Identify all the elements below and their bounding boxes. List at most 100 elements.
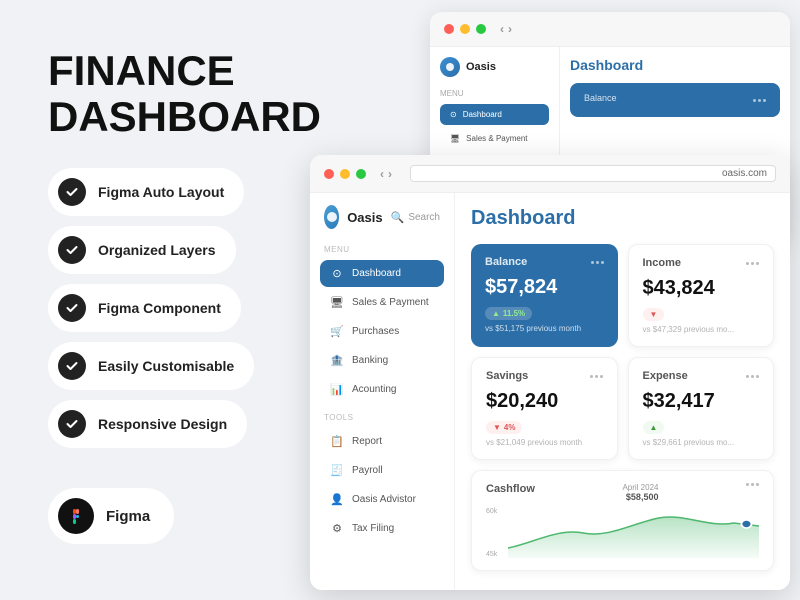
back-arrow-icon[interactable]: ‹ xyxy=(500,22,504,36)
balance-amount: $57,824 xyxy=(485,276,604,299)
traffic-light-yellow xyxy=(460,24,470,34)
expense-dot-2 xyxy=(751,375,754,378)
savings-dot-1 xyxy=(590,375,593,378)
expense-amount: $32,417 xyxy=(643,390,760,413)
sidebar-item-report[interactable]: 📋 Report xyxy=(320,428,444,455)
expense-sub: vs $29,661 previous mo... xyxy=(643,438,760,447)
check-icon-0 xyxy=(58,178,86,206)
income-card-menu[interactable] xyxy=(746,262,759,265)
feature-label-4: Responsive Design xyxy=(98,416,227,432)
expense-card-menu[interactable] xyxy=(746,375,759,378)
sales-icon: 🖥 xyxy=(330,296,344,309)
expense-card-header: Expense xyxy=(643,370,760,382)
sidebar-item-advisor[interactable]: 👤 Oasis Advistor xyxy=(320,486,444,513)
sidebar-item-tax[interactable]: ⚙ Tax Filing xyxy=(320,515,444,542)
feature-item-2: Figma Component xyxy=(48,284,241,332)
front-main: Dashboard Balance $57,824 xyxy=(455,193,790,590)
savings-sub: vs $21,049 previous month xyxy=(486,438,603,447)
back-nav-sales-icon: 🖥 xyxy=(450,134,460,143)
sidebar-item-dashboard[interactable]: ⊙ Dashboard xyxy=(320,260,444,287)
sidebar-menu-label: Menu xyxy=(320,245,444,254)
cashflow-card: Cashflow April 2024 $58,500 xyxy=(471,470,774,571)
cashflow-date: April 2024 xyxy=(622,483,658,492)
back-menu-label: Menu xyxy=(440,89,549,98)
forward-arrow-icon[interactable]: › xyxy=(508,22,512,36)
income-label: Income xyxy=(643,257,682,269)
feature-label-1: Organized Layers xyxy=(98,242,216,258)
search-text: Search xyxy=(408,212,440,223)
expense-dot-3 xyxy=(756,375,759,378)
menu-dot-3 xyxy=(601,261,604,264)
back-logo: Oasis xyxy=(440,57,549,77)
traffic-light-green xyxy=(476,24,486,34)
feature-item-3: Easily Customisable xyxy=(48,342,254,390)
dashboard-title: Dashboard xyxy=(471,207,774,230)
savings-card-menu[interactable] xyxy=(590,375,603,378)
savings-badge: ▼ 4% xyxy=(486,421,522,434)
income-badge: ▼ xyxy=(643,308,665,321)
cashflow-label: Cashflow xyxy=(486,483,535,495)
figma-icon xyxy=(58,498,94,534)
back-card-dot-3 xyxy=(763,99,766,102)
front-window: ‹ › oasis.com Oasis 🔍 Search Menu xyxy=(310,155,790,590)
menu-dot-2 xyxy=(596,261,599,264)
nav-arrows: ‹ › xyxy=(500,22,512,36)
check-icon-1 xyxy=(58,236,86,264)
expense-dot-1 xyxy=(746,375,749,378)
cashflow-menu[interactable] xyxy=(746,483,759,486)
advisor-icon: 👤 xyxy=(330,493,344,506)
feature-label-0: Figma Auto Layout xyxy=(98,184,224,200)
front-content: Oasis 🔍 Search Menu ⊙ Dashboard 🖥 Sales … xyxy=(310,193,790,590)
chart-y-labels: 60k 45k xyxy=(486,508,497,558)
income-card-header: Income xyxy=(643,257,760,269)
feature-label-3: Easily Customisable xyxy=(98,358,234,374)
search-icon[interactable]: 🔍 xyxy=(391,211,405,224)
right-panel: ‹ › Oasis Menu ⊙ Dashboard 🖥 xyxy=(310,0,800,600)
figma-badge: Figma xyxy=(48,488,174,544)
cashflow-dot-3 xyxy=(756,483,759,486)
sidebar-item-accounting[interactable]: 📊 Acounting xyxy=(320,376,444,403)
menu-dot-1 xyxy=(591,261,594,264)
front-forward-arrow-icon[interactable]: › xyxy=(388,167,392,181)
cashflow-chart: 60k 45k xyxy=(486,508,759,558)
back-dashboard-title: Dashboard xyxy=(570,57,780,73)
balance-card-menu[interactable] xyxy=(591,261,604,264)
banking-icon: 🏦 xyxy=(330,354,344,367)
savings-amount: $20,240 xyxy=(486,390,603,413)
check-icon-4 xyxy=(58,410,86,438)
income-card: Income $43,824 ▼ vs $47,329 previous mo.… xyxy=(628,244,775,347)
income-dot-3 xyxy=(756,262,759,265)
balance-card-header: Balance xyxy=(485,256,604,268)
expense-card: Expense $32,417 ▲ vs $29,661 previous mo… xyxy=(628,357,775,460)
balance-badge: ▲ 11.5% xyxy=(485,307,532,320)
front-sidebar: Oasis 🔍 Search Menu ⊙ Dashboard 🖥 Sales … xyxy=(310,193,455,590)
sidebar-item-sales[interactable]: 🖥 Sales & Payment xyxy=(320,289,444,316)
figma-label: Figma xyxy=(106,508,150,525)
income-sub: vs $47,329 previous mo... xyxy=(643,325,760,334)
sidebar-item-purchases[interactable]: 🛒 Purchases xyxy=(320,318,444,345)
feature-label-2: Figma Component xyxy=(98,300,221,316)
back-logo-icon xyxy=(440,57,460,77)
cashflow-header: Cashflow April 2024 $58,500 xyxy=(486,483,759,502)
savings-card-header: Savings xyxy=(486,370,603,382)
cashflow-dot-2 xyxy=(751,483,754,486)
front-logo: Oasis 🔍 Search xyxy=(320,205,444,229)
front-traffic-red xyxy=(324,169,334,179)
back-nav-dashboard[interactable]: ⊙ Dashboard xyxy=(440,104,549,125)
check-icon-2 xyxy=(58,294,86,322)
sidebar-item-banking[interactable]: 🏦 Banking xyxy=(320,347,444,374)
feature-item-0: Figma Auto Layout xyxy=(48,168,244,216)
back-nav-dashboard-icon: ⊙ xyxy=(450,110,457,119)
payroll-icon: 🧾 xyxy=(330,464,344,477)
url-bar[interactable]: oasis.com xyxy=(410,165,776,182)
cards-grid: Balance $57,824 ▲ 11.5% vs $51,175 previ… xyxy=(471,244,774,460)
savings-label: Savings xyxy=(486,370,528,382)
back-window-titlebar: ‹ › xyxy=(430,12,790,47)
back-nav-sales[interactable]: 🖥 Sales & Payment xyxy=(440,128,549,149)
income-dot-2 xyxy=(751,262,754,265)
income-amount: $43,824 xyxy=(643,277,760,300)
front-back-arrow-icon[interactable]: ‹ xyxy=(380,167,384,181)
front-traffic-green xyxy=(356,169,366,179)
sidebar-item-payroll[interactable]: 🧾 Payroll xyxy=(320,457,444,484)
front-logo-name: Oasis xyxy=(347,210,382,225)
